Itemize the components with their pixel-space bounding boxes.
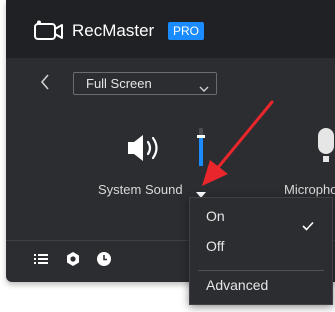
- menu-item-label: Advanced: [206, 277, 269, 293]
- menu-item-label: On: [206, 208, 225, 224]
- menu-item-on[interactable]: On: [190, 201, 332, 231]
- pro-badge: PRO: [168, 22, 205, 40]
- capture-mode-value: Full Screen: [86, 76, 152, 91]
- menu-item-advanced[interactable]: Advanced: [190, 270, 332, 300]
- capture-mode-select[interactable]: Full Screen: [73, 72, 217, 95]
- microphone-label: Microphone: [284, 182, 335, 197]
- microphone-icon[interactable]: [315, 128, 335, 169]
- chevron-down-icon: [199, 80, 209, 98]
- annotation-arrow-icon: [196, 100, 276, 195]
- menu-item-label: Off: [206, 238, 225, 254]
- app-title: RecMaster: [72, 21, 155, 40]
- system-sound-label: System Sound: [98, 182, 183, 197]
- settings-icon[interactable]: [65, 251, 81, 272]
- title-bar: RecMaster PRO: [6, 0, 335, 58]
- speaker-icon[interactable]: [126, 133, 162, 168]
- menu-item-off[interactable]: Off: [190, 231, 332, 261]
- recmaster-logo-icon: [34, 20, 64, 45]
- back-arrow-icon[interactable]: [40, 74, 50, 95]
- clock-icon[interactable]: [96, 251, 112, 272]
- list-icon[interactable]: [33, 251, 49, 272]
- system-sound-menu: On Off Advanced: [189, 197, 333, 305]
